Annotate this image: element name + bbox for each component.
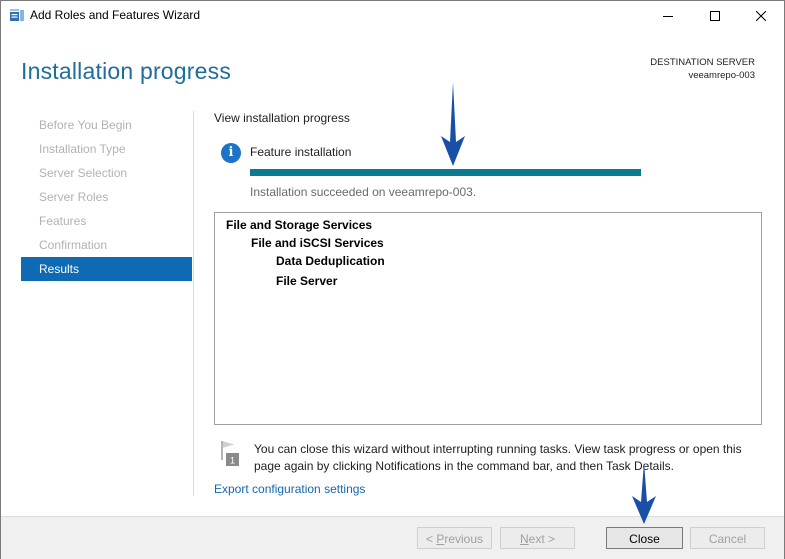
nav-item-installation-type[interactable]: Installation Type	[21, 137, 192, 161]
info-icon: i	[221, 143, 241, 163]
export-configuration-link[interactable]: Export configuration settings	[214, 482, 365, 496]
nav-item-results[interactable]: Results	[21, 257, 192, 281]
server-manager-icon	[10, 9, 24, 21]
nav-item-before-you-begin[interactable]: Before You Begin	[21, 113, 192, 137]
feature-installation-label: Feature installation	[250, 145, 352, 159]
result-item-file-server: File Server	[276, 274, 338, 288]
maximize-button[interactable]	[692, 1, 738, 31]
nav-item-confirmation[interactable]: Confirmation	[21, 233, 192, 257]
minimize-button[interactable]	[645, 1, 691, 31]
installation-status-text: Installation succeeded on veeamrepo-003.	[250, 185, 477, 199]
page-title: Installation progress	[21, 58, 232, 84]
minimize-icon	[663, 16, 673, 17]
next-accesskey: N	[519, 532, 529, 546]
destination-server-label: DESTINATION SERVER	[650, 57, 755, 68]
nav-item-server-selection[interactable]: Server Selection	[21, 161, 192, 185]
close-button[interactable]: Close	[606, 527, 683, 549]
nav-item-features[interactable]: Features	[21, 209, 192, 233]
notice-text: You can close this wizard without interr…	[254, 442, 742, 473]
progress-fill	[250, 169, 641, 176]
maximize-icon	[710, 11, 720, 21]
close-icon	[756, 11, 766, 21]
destination-server-name: veeamrepo-003	[688, 70, 755, 81]
section-title: View installation progress	[214, 111, 350, 125]
window-title: Add Roles and Features Wizard	[30, 8, 201, 22]
previous-prefix: <	[425, 532, 437, 546]
nav-item-server-roles[interactable]: Server Roles	[21, 185, 192, 209]
result-item-data-deduplication: Data Deduplication	[276, 254, 385, 268]
installation-progress-bar	[250, 169, 641, 176]
result-item-file-iscsi-services: File and iSCSI Services	[251, 236, 384, 250]
flag-notification-icon: 1	[221, 441, 239, 466]
result-item-file-storage-services: File and Storage Services	[226, 218, 373, 232]
close-window-button[interactable]	[738, 1, 784, 31]
results-list[interactable]: File and Storage Services File and iSCSI…	[214, 212, 762, 425]
nav-divider	[193, 111, 194, 496]
next-button[interactable]: Next >	[500, 527, 575, 549]
cancel-button[interactable]: Cancel	[690, 527, 765, 549]
next-rest: ext >	[528, 532, 556, 546]
previous-button[interactable]: < Previous	[417, 527, 492, 549]
wizard-nav: Before You Begin Installation Type Serve…	[21, 113, 192, 281]
previous-rest: revious	[444, 532, 484, 546]
notice-badge: 1	[230, 456, 235, 466]
